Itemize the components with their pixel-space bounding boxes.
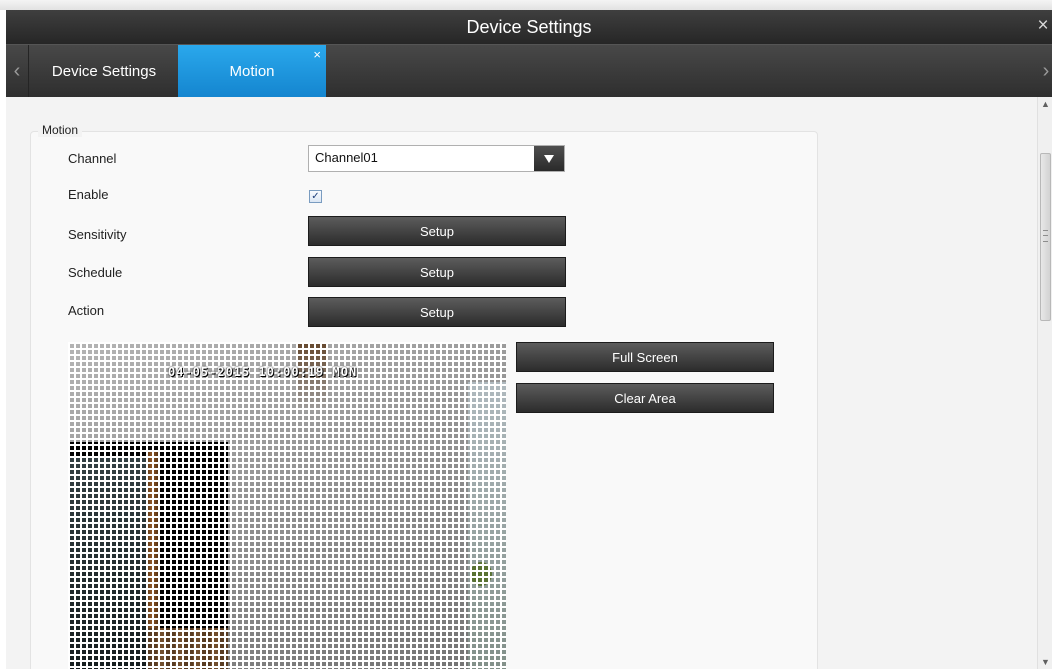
enable-checkbox[interactable]: ✓	[309, 190, 322, 203]
sensitivity-label: Sensitivity	[68, 227, 127, 242]
vertical-scrollbar[interactable]: ▲ ▼	[1037, 97, 1052, 669]
chevron-down-icon[interactable]	[534, 146, 564, 171]
schedule-label: Schedule	[68, 265, 123, 280]
window-titlebar: Device Settings ×	[6, 10, 1052, 44]
clear-area-button[interactable]: Clear Area	[516, 383, 774, 413]
full-screen-button[interactable]: Full Screen	[516, 342, 774, 372]
motion-group-title: Motion	[38, 123, 83, 137]
schedule-setup-button[interactable]: Setup	[308, 257, 566, 287]
scroll-down-icon[interactable]: ▼	[1038, 655, 1052, 669]
motion-detection-grid[interactable]	[68, 342, 506, 669]
action-setup-button[interactable]: Setup	[308, 297, 566, 327]
grip-icon	[1043, 230, 1048, 242]
window-top-edge	[0, 0, 1052, 10]
close-tab-icon[interactable]: ×	[313, 48, 321, 61]
enable-label: Enable	[68, 187, 109, 202]
tab-scroll-right-icon[interactable]: ›	[1040, 45, 1052, 98]
video-timestamp: 04-05-2015 10:00:19 MON	[168, 365, 358, 379]
tab-bar: ‹ Device Settings Motion × ›	[6, 44, 1052, 98]
channel-select-value: Channel01	[315, 150, 378, 165]
tab-scroll-left-icon[interactable]: ‹	[6, 45, 29, 98]
settings-panel: Motion Channel Channel01 Enable ✓ Sensit…	[6, 97, 1037, 669]
tab-device-settings[interactable]: Device Settings	[29, 45, 180, 98]
window-title: Device Settings	[466, 17, 592, 37]
close-window-icon[interactable]: ×	[1034, 10, 1052, 44]
channel-label: Channel	[68, 151, 117, 166]
sensitivity-setup-button[interactable]: Setup	[308, 216, 566, 246]
channel-select[interactable]: Channel01	[308, 145, 565, 172]
scroll-up-icon[interactable]: ▲	[1038, 97, 1052, 111]
tab-label: Motion	[229, 63, 275, 80]
tab-motion[interactable]: Motion ×	[178, 45, 326, 98]
action-label: Action	[68, 303, 105, 318]
tab-label: Device Settings	[51, 63, 157, 80]
motion-area-preview[interactable]: 04-05-2015 10:00:19 MON	[68, 342, 506, 669]
scrollbar-thumb[interactable]	[1040, 153, 1051, 321]
